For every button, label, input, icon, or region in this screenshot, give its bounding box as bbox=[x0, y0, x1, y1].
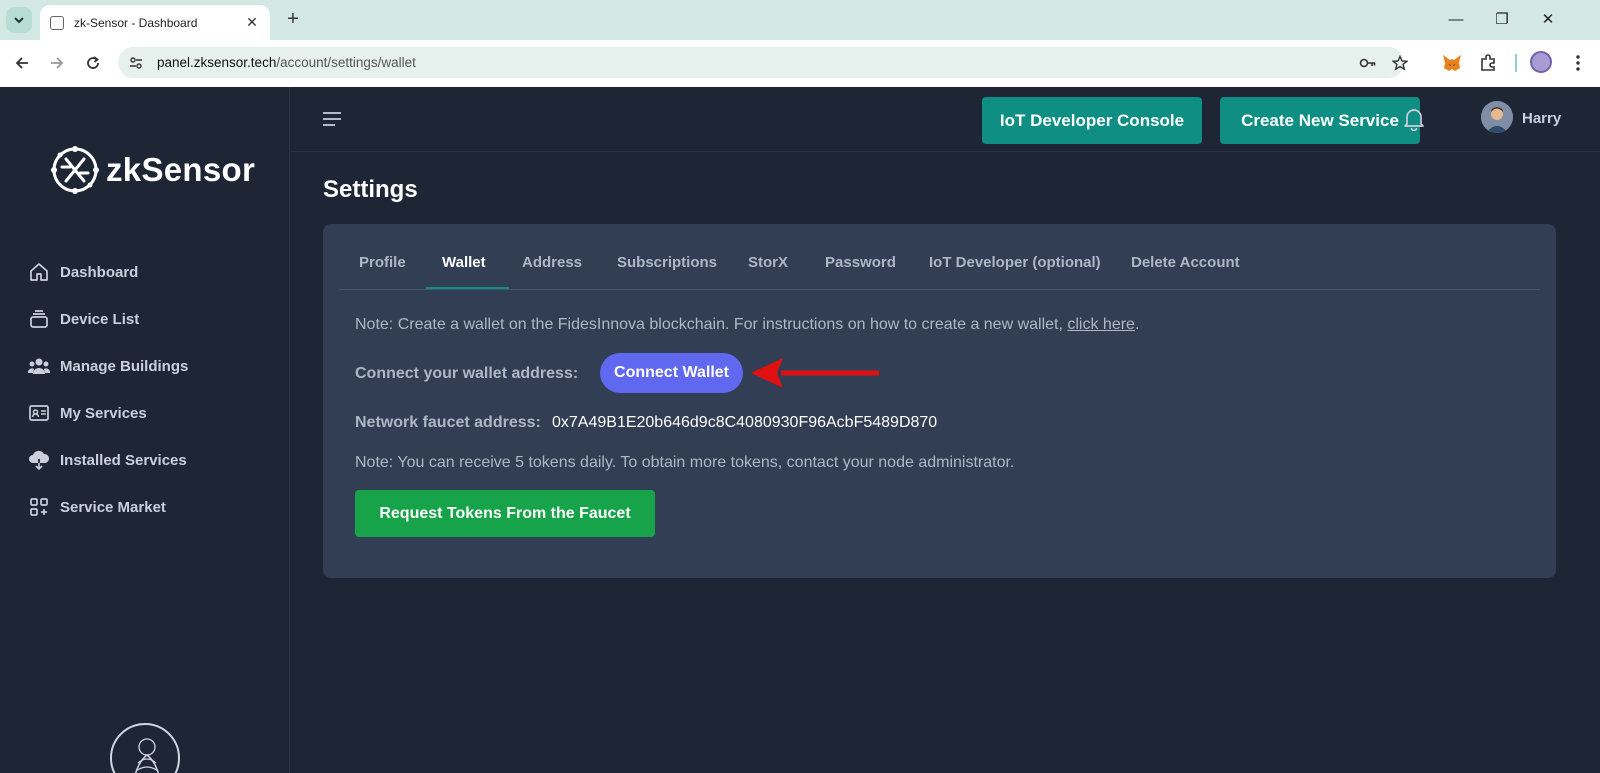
arrow-left-icon bbox=[15, 57, 28, 69]
faucet-address-label: Network faucet address: bbox=[355, 414, 541, 431]
reload-button[interactable] bbox=[81, 51, 105, 75]
minimize-icon[interactable]: — bbox=[1444, 8, 1468, 32]
sidebar-item-manage-buildings[interactable]: Manage Buildings bbox=[28, 353, 268, 379]
settings-card: Profile Wallet Address Subscriptions Sto… bbox=[323, 224, 1556, 578]
bottom-emblem-logo bbox=[110, 723, 180, 773]
note-suffix: . bbox=[1134, 316, 1140, 333]
note-text: Note: Create a wallet on the FidesInnova… bbox=[355, 316, 1068, 333]
grid-plus-icon bbox=[28, 496, 50, 518]
cloud-download-icon bbox=[28, 449, 50, 471]
faucet-address-value: 0x7A49B1E20b646d9c8C4080930F96AcbF5489D8… bbox=[552, 414, 938, 431]
sidebar-item-my-services[interactable]: My Services bbox=[28, 400, 268, 426]
sidebar-item-label: Installed Services bbox=[60, 451, 187, 469]
request-tokens-button[interactable]: Request Tokens From the Faucet bbox=[355, 490, 655, 537]
zksensor-logo-icon bbox=[51, 146, 99, 194]
favicon-icon bbox=[50, 15, 64, 30]
iot-developer-console-button[interactable]: IoT Developer Console bbox=[982, 97, 1202, 144]
tab-storx[interactable]: StorX bbox=[748, 246, 788, 290]
sidebar-item-label: My Services bbox=[60, 404, 147, 422]
restore-icon[interactable]: ❐ bbox=[1490, 8, 1514, 32]
back-button[interactable] bbox=[10, 51, 34, 75]
tab-iot-developer[interactable]: IoT Developer (optional) bbox=[929, 246, 1101, 290]
metamask-fox-icon[interactable] bbox=[1440, 51, 1464, 75]
browser-tab[interactable]: zk-Sensor - Dashboard ✕ bbox=[40, 5, 270, 40]
sidebar: zkSensor Dashboard Device List Manage Bu… bbox=[0, 87, 290, 773]
url-text: panel.zksensor.tech/account/settings/wal… bbox=[157, 55, 416, 70]
close-window-icon[interactable]: ✕ bbox=[1536, 8, 1560, 32]
url-path: /account/settings/wallet bbox=[276, 55, 416, 70]
home-icon bbox=[28, 261, 50, 283]
extensions-puzzle-icon[interactable] bbox=[1476, 51, 1500, 75]
tab-profile[interactable]: Profile bbox=[359, 246, 406, 290]
active-tab-indicator bbox=[426, 287, 509, 289]
sidebar-item-device-list[interactable]: Device List bbox=[28, 306, 268, 332]
menu-toggle-icon[interactable] bbox=[321, 109, 343, 129]
create-new-service-button[interactable]: Create New Service bbox=[1220, 97, 1420, 144]
more-menu-icon[interactable] bbox=[1566, 51, 1590, 75]
users-icon bbox=[28, 355, 50, 377]
settings-tabs: Profile Wallet Address Subscriptions Sto… bbox=[339, 246, 1540, 290]
sidebar-item-label: Device List bbox=[60, 310, 140, 328]
url-host: panel.zksensor.tech bbox=[157, 55, 277, 70]
id-card-icon bbox=[28, 402, 50, 424]
reload-icon bbox=[87, 56, 99, 69]
sidebar-item-label: Service Market bbox=[60, 498, 166, 516]
top-header: IoT Developer Console Create New Service… bbox=[291, 87, 1600, 152]
password-key-icon[interactable] bbox=[1358, 53, 1378, 73]
chevron-down-icon bbox=[14, 17, 24, 24]
sidebar-item-label: Dashboard bbox=[60, 263, 139, 281]
site-info-icon[interactable] bbox=[126, 53, 146, 73]
sidebar-item-dashboard[interactable]: Dashboard bbox=[28, 259, 268, 285]
profile-avatar-icon[interactable] bbox=[1530, 51, 1552, 73]
browser-tab-bar: zk-Sensor - Dashboard ✕ + — ❐ ✕ bbox=[0, 0, 1600, 40]
notification-bell-icon[interactable] bbox=[1403, 107, 1425, 132]
user-name[interactable]: Harry bbox=[1522, 110, 1561, 127]
click-here-link[interactable]: click here bbox=[1067, 316, 1135, 333]
new-tab-button[interactable]: + bbox=[282, 9, 304, 31]
address-bar[interactable]: panel.zksensor.tech/account/settings/wal… bbox=[118, 47, 1408, 78]
tab-subscriptions[interactable]: Subscriptions bbox=[617, 246, 717, 290]
connect-wallet-label: Connect your wallet address: bbox=[355, 365, 579, 382]
tab-close-icon[interactable]: ✕ bbox=[244, 14, 260, 31]
logo-text: zkSensor bbox=[106, 151, 256, 188]
tab-search-button[interactable] bbox=[6, 7, 32, 33]
sidebar-item-installed-services[interactable]: Installed Services bbox=[28, 447, 268, 473]
tab-delete-account[interactable]: Delete Account bbox=[1131, 246, 1240, 290]
tab-title: zk-Sensor - Dashboard bbox=[74, 15, 198, 30]
forward-button[interactable] bbox=[45, 51, 69, 75]
token-limit-note: Note: You can receive 5 tokens daily. To… bbox=[355, 454, 1015, 471]
page-title: Settings bbox=[323, 176, 418, 203]
zksensor-logo[interactable]: zkSensor bbox=[48, 143, 255, 197]
tab-password[interactable]: Password bbox=[825, 246, 896, 290]
bookmark-star-icon[interactable] bbox=[1390, 53, 1410, 73]
device-list-icon bbox=[28, 308, 50, 330]
sidebar-item-label: Manage Buildings bbox=[60, 357, 189, 375]
connect-wallet-button[interactable]: Connect Wallet bbox=[600, 353, 743, 393]
red-arrow-annotation-icon bbox=[751, 358, 879, 388]
arrow-right-icon bbox=[51, 57, 64, 69]
sidebar-item-service-market[interactable]: Service Market bbox=[28, 494, 268, 520]
toolbar-separator bbox=[1515, 54, 1517, 72]
browser-toolbar: panel.zksensor.tech/account/settings/wal… bbox=[0, 40, 1600, 87]
avatar[interactable] bbox=[1481, 101, 1513, 133]
tab-address[interactable]: Address bbox=[522, 246, 582, 290]
tab-wallet[interactable]: Wallet bbox=[442, 246, 486, 290]
wallet-instruction-note: Note: Create a wallet on the FidesInnova… bbox=[355, 316, 1139, 334]
